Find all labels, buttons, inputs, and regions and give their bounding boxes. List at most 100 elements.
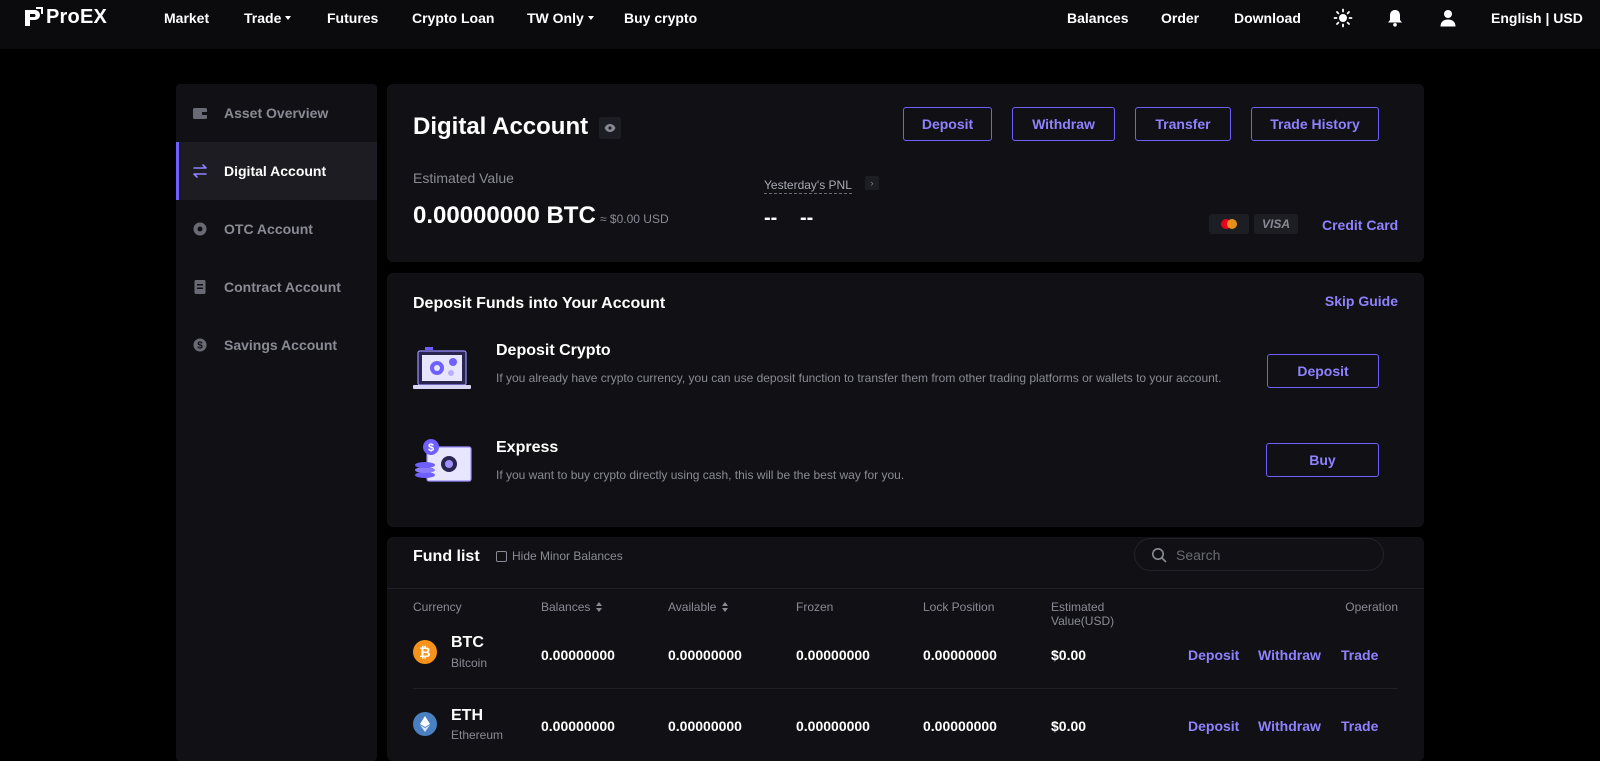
toggle-visibility-button[interactable] — [599, 117, 621, 139]
guide-title: Deposit Funds into Your Account — [413, 295, 666, 312]
sidebar-item-label: Contract Account — [224, 279, 341, 295]
page-title: Digital Account — [413, 113, 589, 140]
sun-icon[interactable] — [1333, 8, 1353, 28]
cell-lock-position: 0.00000000 — [923, 647, 997, 663]
visa-icon: VISA — [1254, 214, 1298, 234]
mastercard-logo-icon — [1221, 219, 1237, 229]
col-available-label: Available — [668, 600, 717, 614]
deposit-crypto-button[interactable]: Deposit — [1267, 354, 1379, 388]
pnl-percent: -- — [800, 207, 814, 229]
caret-down-icon — [285, 16, 292, 20]
yesterday-pnl-label[interactable]: Yesterday's PNL — [764, 178, 852, 194]
nav-market[interactable]: Market — [164, 10, 209, 26]
nav-trade[interactable]: Trade — [244, 10, 292, 26]
sidebar-item-label: OTC Account — [224, 221, 313, 237]
mastercard-icon — [1209, 214, 1249, 234]
row-deposit-link[interactable]: Deposit — [1188, 718, 1239, 734]
row-withdraw-link[interactable]: Withdraw — [1258, 718, 1321, 734]
sort-icon[interactable] — [596, 602, 603, 612]
row-deposit-link[interactable]: Deposit — [1188, 647, 1239, 663]
deposit-button[interactable]: Deposit — [903, 107, 992, 141]
currency-name: Ethereum — [451, 728, 504, 742]
cell-frozen: 0.00000000 — [796, 718, 870, 734]
nav-balances[interactable]: Balances — [1067, 10, 1128, 26]
col-estimated-label-1: Estimated — [1051, 600, 1105, 614]
sidebar-item-asset-overview[interactable]: Asset Overview — [176, 84, 377, 142]
nav-crypto-loan[interactable]: Crypto Loan — [412, 10, 494, 26]
svg-text:$: $ — [428, 442, 434, 454]
nav-download[interactable]: Download — [1234, 10, 1301, 26]
skip-guide-link[interactable]: Skip Guide — [1325, 293, 1398, 309]
row-trade-link[interactable]: Trade — [1341, 718, 1378, 734]
transfer-arrows-icon — [193, 164, 207, 178]
cell-estimated-value: $0.00 — [1051, 718, 1087, 734]
deposit-crypto-title: Deposit Crypto — [496, 342, 611, 359]
trade-history-button[interactable]: Trade History — [1251, 107, 1379, 141]
currency-name: Bitcoin — [451, 656, 488, 670]
cell-balances: 0.00000000 — [541, 718, 615, 734]
withdraw-button[interactable]: Withdraw — [1012, 107, 1115, 141]
nav-balances-label: Balances — [1067, 10, 1129, 26]
brand-name: ProEX — [46, 6, 108, 28]
nav-order[interactable]: Order — [1161, 10, 1199, 26]
digital-account-summary: Digital Account Deposit Withdraw Transfe… — [387, 84, 1424, 262]
estimated-value-label: Estimated Value — [413, 170, 514, 186]
col-balances[interactable]: Balances — [541, 600, 603, 614]
col-estimated-label-2: Value(USD) — [1051, 614, 1115, 628]
row-withdraw-link[interactable]: Withdraw — [1258, 647, 1321, 663]
nav-trade-label: Trade — [244, 10, 282, 26]
language-currency-switch[interactable]: English | USD — [1491, 10, 1583, 26]
fund-list-title: Fund list — [413, 548, 480, 565]
account-sidebar: Asset Overview Digital Account OTC Accou… — [176, 84, 377, 761]
sidebar-item-otc-account[interactable]: OTC Account — [176, 200, 377, 258]
col-estimated-value: Estimated Value(USD) — [1051, 600, 1114, 628]
nav-download-label: Download — [1234, 10, 1301, 26]
sidebar-item-digital-account[interactable]: Digital Account — [176, 142, 377, 200]
language-currency-label: English | USD — [1491, 10, 1583, 26]
chevron-right-icon[interactable]: › — [865, 176, 879, 190]
user-icon[interactable] — [1438, 8, 1458, 28]
nav-tw-only[interactable]: TW Only — [527, 10, 594, 26]
transfer-button[interactable]: Transfer — [1135, 107, 1231, 141]
bell-icon[interactable] — [1385, 8, 1405, 28]
bitcoin-icon: ₿ — [413, 640, 437, 664]
caret-down-icon — [587, 16, 594, 20]
checkbox-box[interactable] — [496, 550, 507, 562]
credit-card-link[interactable]: Credit Card — [1322, 217, 1398, 233]
row-trade-link[interactable]: Trade — [1341, 647, 1378, 663]
col-available[interactable]: Available — [668, 600, 729, 614]
search-box[interactable] — [1134, 538, 1384, 571]
sidebar-item-label: Asset Overview — [224, 105, 329, 121]
ethereum-icon — [413, 712, 437, 736]
sidebar-item-savings-account[interactable]: $ Savings Account — [176, 316, 377, 374]
nav-order-label: Order — [1161, 10, 1200, 26]
deposit-crypto-illustration-icon — [413, 347, 471, 389]
sidebar-item-contract-account[interactable]: Contract Account — [176, 258, 377, 316]
buy-button[interactable]: Buy — [1266, 443, 1379, 477]
col-lock-position-label: Lock Position — [923, 600, 995, 614]
nav-futures[interactable]: Futures — [327, 10, 378, 26]
sidebar-item-label: Savings Account — [224, 337, 338, 353]
fund-list-panel: Fund list Hide Minor Balances Currency B… — [387, 537, 1424, 761]
divider — [387, 588, 1424, 589]
hide-minor-balances-checkbox[interactable]: Hide Minor Balances — [496, 549, 623, 563]
col-currency-label: Currency — [413, 600, 462, 614]
sort-icon[interactable] — [722, 602, 729, 612]
sidebar-item-label: Digital Account — [224, 163, 327, 179]
col-lock-position: Lock Position — [923, 600, 994, 614]
search-input[interactable] — [1176, 546, 1366, 563]
col-operation: Operation — [1345, 600, 1398, 614]
row-divider — [413, 688, 1398, 689]
cell-estimated-value: $0.00 — [1051, 647, 1087, 663]
nav-buy-crypto[interactable]: Buy crypto — [624, 10, 697, 26]
circle-icon — [193, 222, 207, 236]
brand-logo[interactable]: ProEX — [22, 6, 107, 29]
deposit-guide-panel: Deposit Funds into Your Account Skip Gui… — [387, 273, 1424, 527]
eye-icon — [604, 124, 616, 132]
dollar-coin-icon: $ — [193, 338, 207, 352]
hide-minor-balances-label: Hide Minor Balances — [512, 549, 623, 563]
logo-mark-icon — [25, 6, 43, 26]
search-icon — [1152, 547, 1167, 562]
express-title: Express — [496, 439, 559, 456]
svg-text:$: $ — [197, 341, 203, 352]
